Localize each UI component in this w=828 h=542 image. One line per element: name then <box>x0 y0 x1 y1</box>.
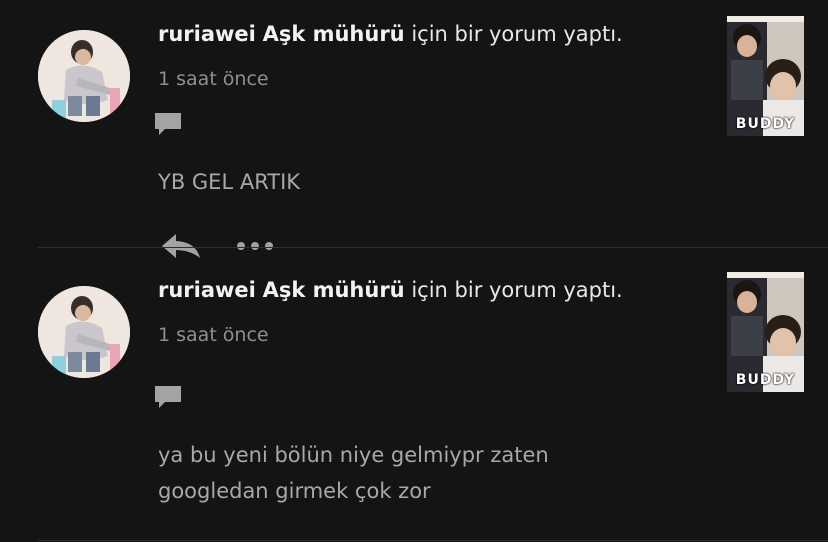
comment-line: googledan girmek çok zor <box>158 479 431 503</box>
timestamp: 1 saat önce <box>158 324 269 346</box>
avatar-image <box>38 30 130 122</box>
action-text: için bir yorum yaptı. <box>411 278 623 302</box>
timestamp: 1 saat önce <box>158 68 269 90</box>
story-title-link[interactable]: Aşk mühürü <box>263 22 405 46</box>
cover-title: BUDDY <box>735 372 796 388</box>
speech-bubble-icon <box>155 386 181 408</box>
divider <box>38 540 828 541</box>
comment-text: YB GEL ARTIK <box>158 170 301 194</box>
action-text: için bir yorum yaptı. <box>411 22 623 46</box>
notification-headline: ruriawei Aşk mühürü için bir yorum yaptı… <box>158 278 623 302</box>
username-link[interactable]: ruriawei <box>158 278 256 302</box>
notification-item[interactable]: ruriawei Aşk mühürü için bir yorum yaptı… <box>0 248 828 540</box>
user-avatar[interactable] <box>38 286 130 378</box>
speech-bubble-icon <box>155 113 181 135</box>
notification-headline: ruriawei Aşk mühürü için bir yorum yaptı… <box>158 22 623 46</box>
story-cover[interactable]: BUDDY <box>727 16 804 136</box>
story-title-link[interactable]: Aşk mühürü <box>263 278 405 302</box>
comment-line: ya bu yeni bölün niye gelmiypr zaten <box>158 443 549 467</box>
avatar-image <box>38 286 130 378</box>
comment-text: ya bu yeni bölün niye gelmiypr zaten goo… <box>158 437 549 509</box>
story-cover[interactable]: BUDDY <box>727 272 804 392</box>
user-avatar[interactable] <box>38 30 130 122</box>
cover-title: BUDDY <box>735 116 796 132</box>
username-link[interactable]: ruriawei <box>158 22 256 46</box>
notification-item[interactable]: ruriawei Aşk mühürü için bir yorum yaptı… <box>0 0 828 247</box>
